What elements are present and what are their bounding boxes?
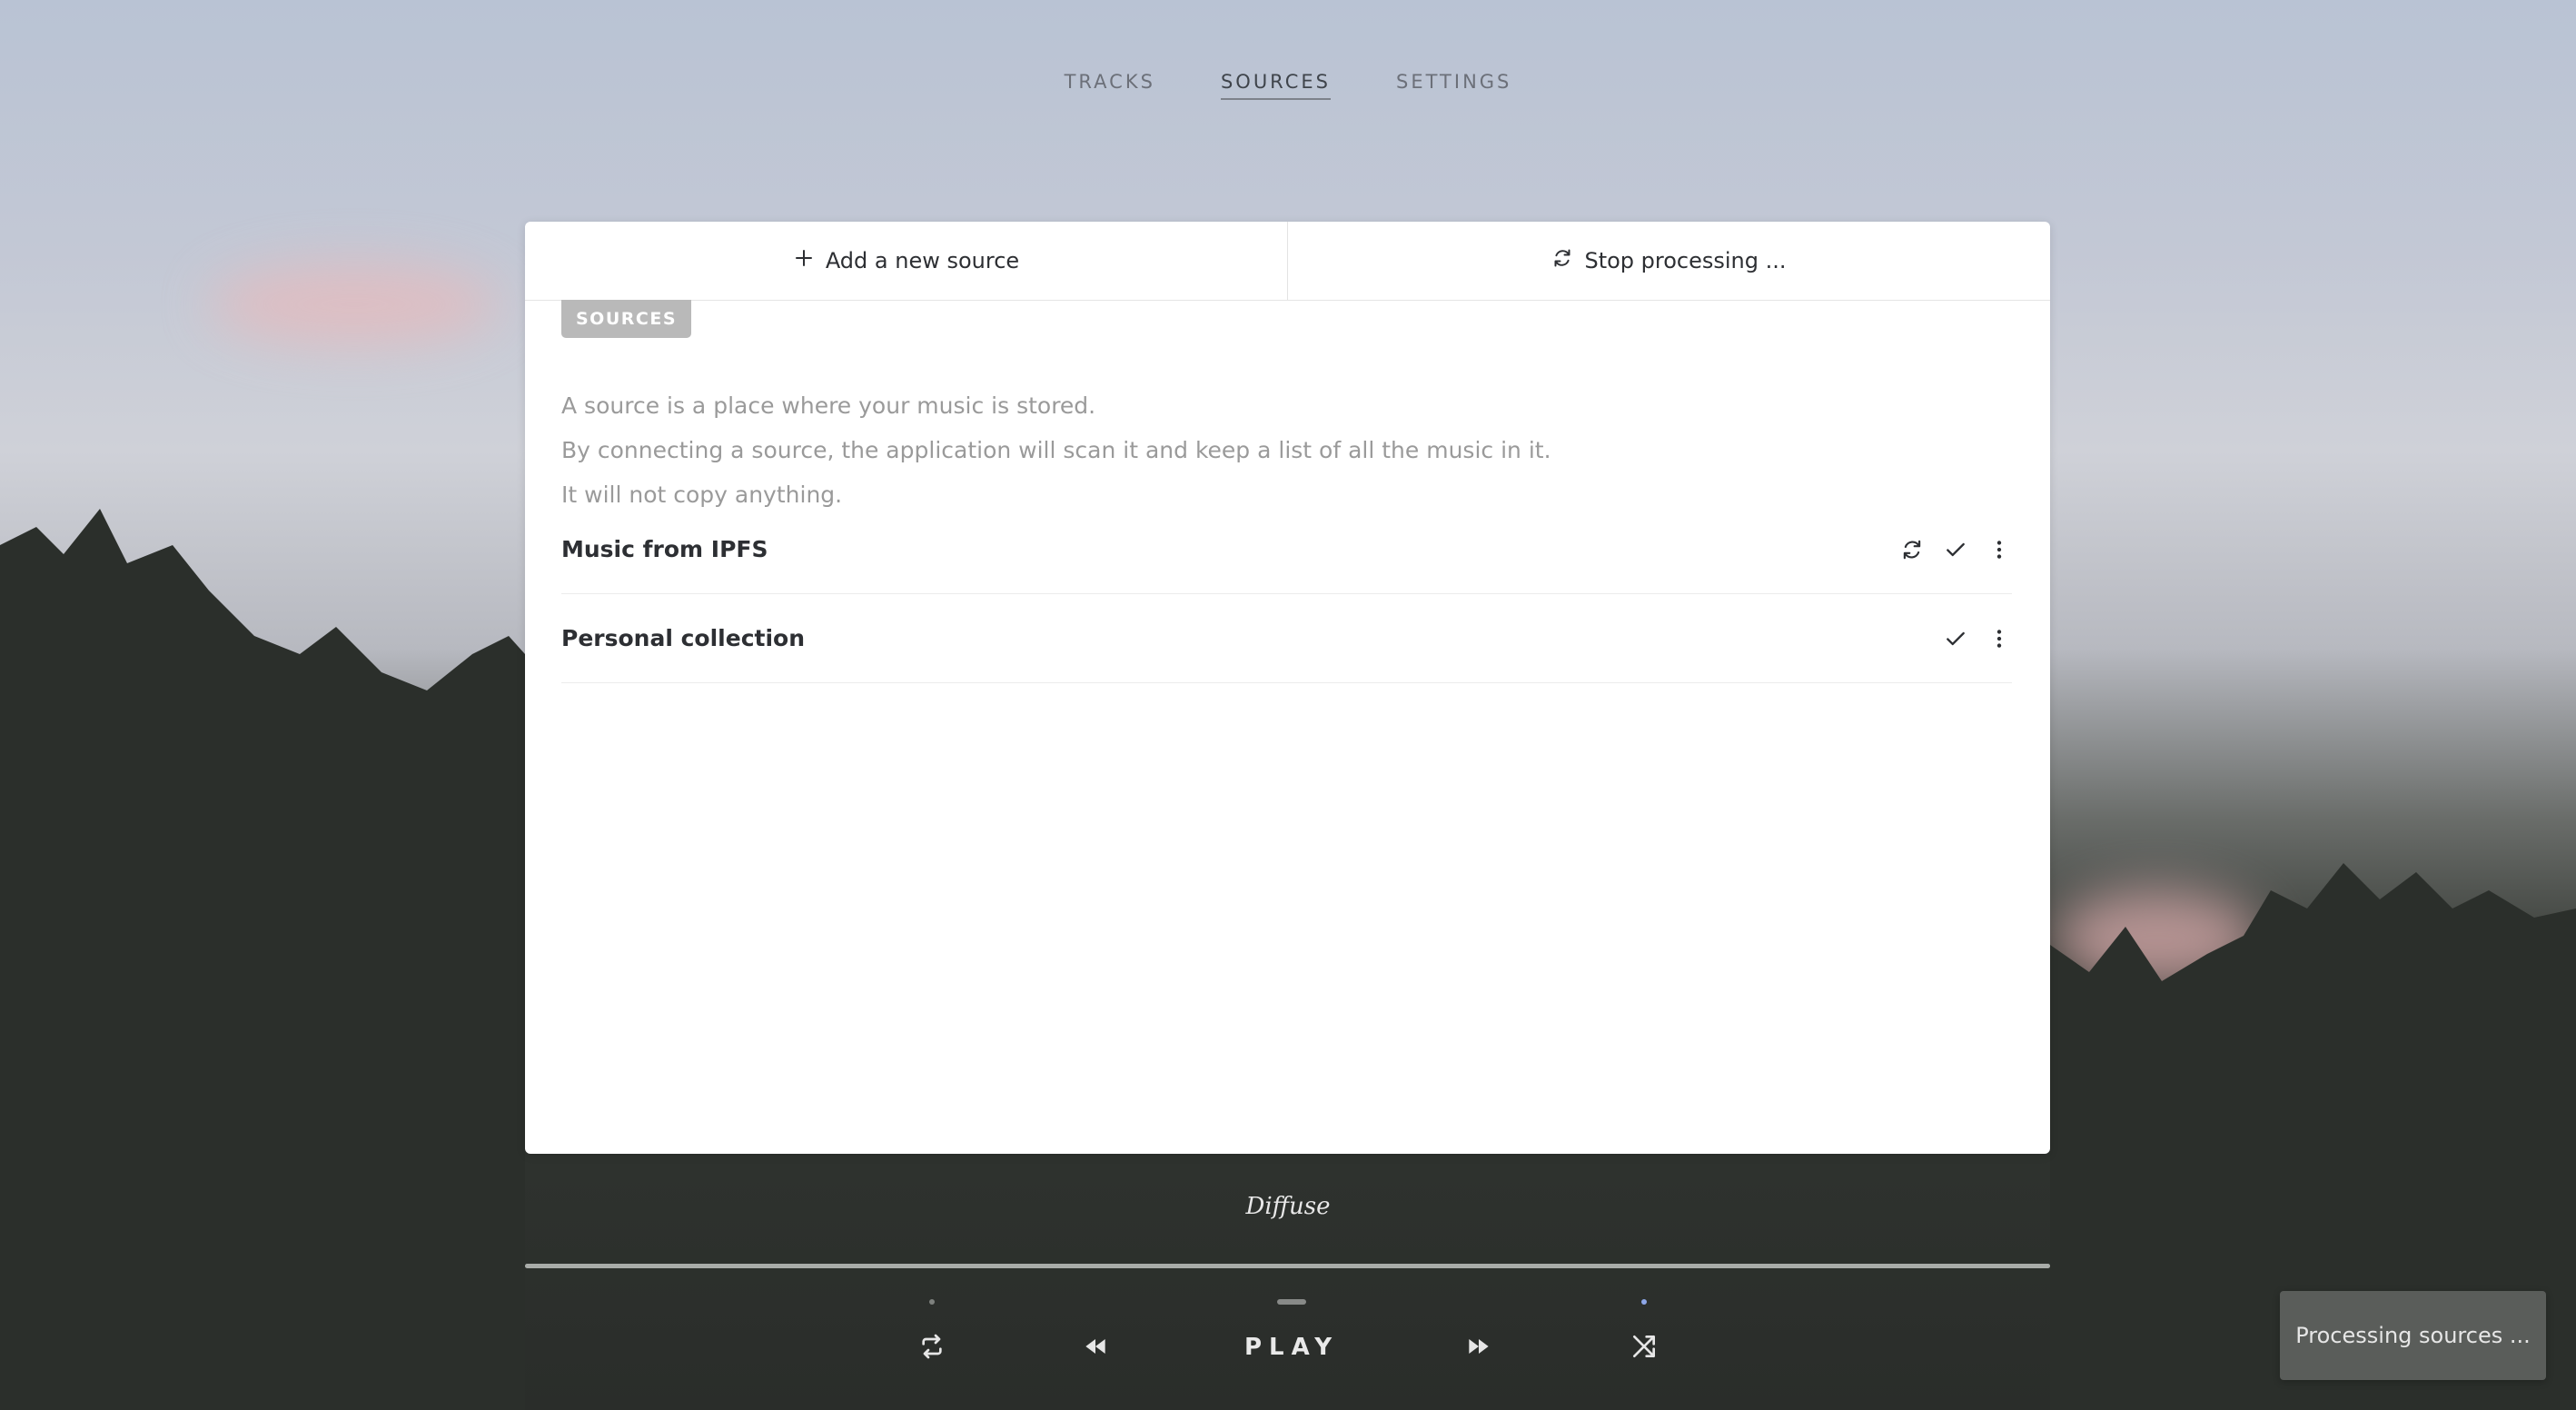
play-label: PLAY: [1244, 1334, 1339, 1361]
rewind-button[interactable]: [1081, 1332, 1110, 1365]
repeat-indicator: [929, 1299, 935, 1305]
repeat-icon: [917, 1332, 946, 1365]
stop-processing-label: Stop processing ...: [1584, 248, 1786, 273]
add-source-button[interactable]: Add a new source: [525, 222, 1287, 300]
sources-list: Music from IPFS Personal collection: [561, 505, 2012, 683]
source-actions: [1943, 626, 2012, 651]
main-navigation: TRACKS SOURCES SETTINGS: [0, 71, 2576, 100]
sources-description: A source is a place where your music is …: [561, 383, 1551, 517]
repeat-button[interactable]: [917, 1299, 946, 1365]
description-line: By connecting a source, the application …: [561, 428, 1551, 472]
check-icon[interactable]: [1943, 626, 1968, 651]
fast-forward-button[interactable]: [1464, 1332, 1493, 1365]
source-actions: [1899, 537, 2012, 562]
description-line: A source is a place where your music is …: [561, 383, 1551, 428]
source-item[interactable]: Personal collection: [561, 594, 2012, 683]
shuffle-indicator: [1641, 1299, 1647, 1305]
shuffle-icon: [1630, 1332, 1659, 1365]
sync-icon: [1551, 247, 1573, 274]
fast-forward-icon: [1464, 1332, 1493, 1365]
rewind-icon: [1081, 1332, 1110, 1365]
source-name: Music from IPFS: [561, 536, 768, 562]
progress-bar[interactable]: [525, 1264, 2050, 1268]
tab-tracks[interactable]: TRACKS: [1065, 71, 1155, 100]
plus-icon: [793, 247, 815, 274]
shuffle-button[interactable]: [1630, 1299, 1659, 1365]
player-controls: PLAY: [0, 1299, 2576, 1399]
action-bar: Add a new source Stop processing ...: [525, 222, 2050, 301]
stop-processing-button[interactable]: Stop processing ...: [1287, 222, 2050, 300]
play-indicator: [1277, 1299, 1306, 1305]
processing-toast[interactable]: Processing sources ...: [2280, 1291, 2546, 1380]
sync-icon[interactable]: [1899, 537, 1925, 562]
section-tag: SOURCES: [561, 300, 691, 338]
tab-sources[interactable]: SOURCES: [1221, 71, 1331, 100]
source-item[interactable]: Music from IPFS: [561, 505, 2012, 594]
progress-fill: [525, 1264, 2050, 1268]
now-playing-title: Diffuse: [0, 1193, 2576, 1220]
source-name: Personal collection: [561, 625, 805, 651]
check-icon[interactable]: [1943, 537, 1968, 562]
more-vert-icon[interactable]: [1986, 537, 2012, 562]
toast-message: Processing sources ...: [2295, 1323, 2531, 1348]
more-vert-icon[interactable]: [1986, 626, 2012, 651]
play-button[interactable]: PLAY: [1244, 1299, 1339, 1361]
sources-panel: Add a new source Stop processing ... SOU…: [525, 222, 2050, 1154]
tab-settings[interactable]: SETTINGS: [1396, 71, 1511, 100]
add-source-label: Add a new source: [826, 248, 1019, 273]
